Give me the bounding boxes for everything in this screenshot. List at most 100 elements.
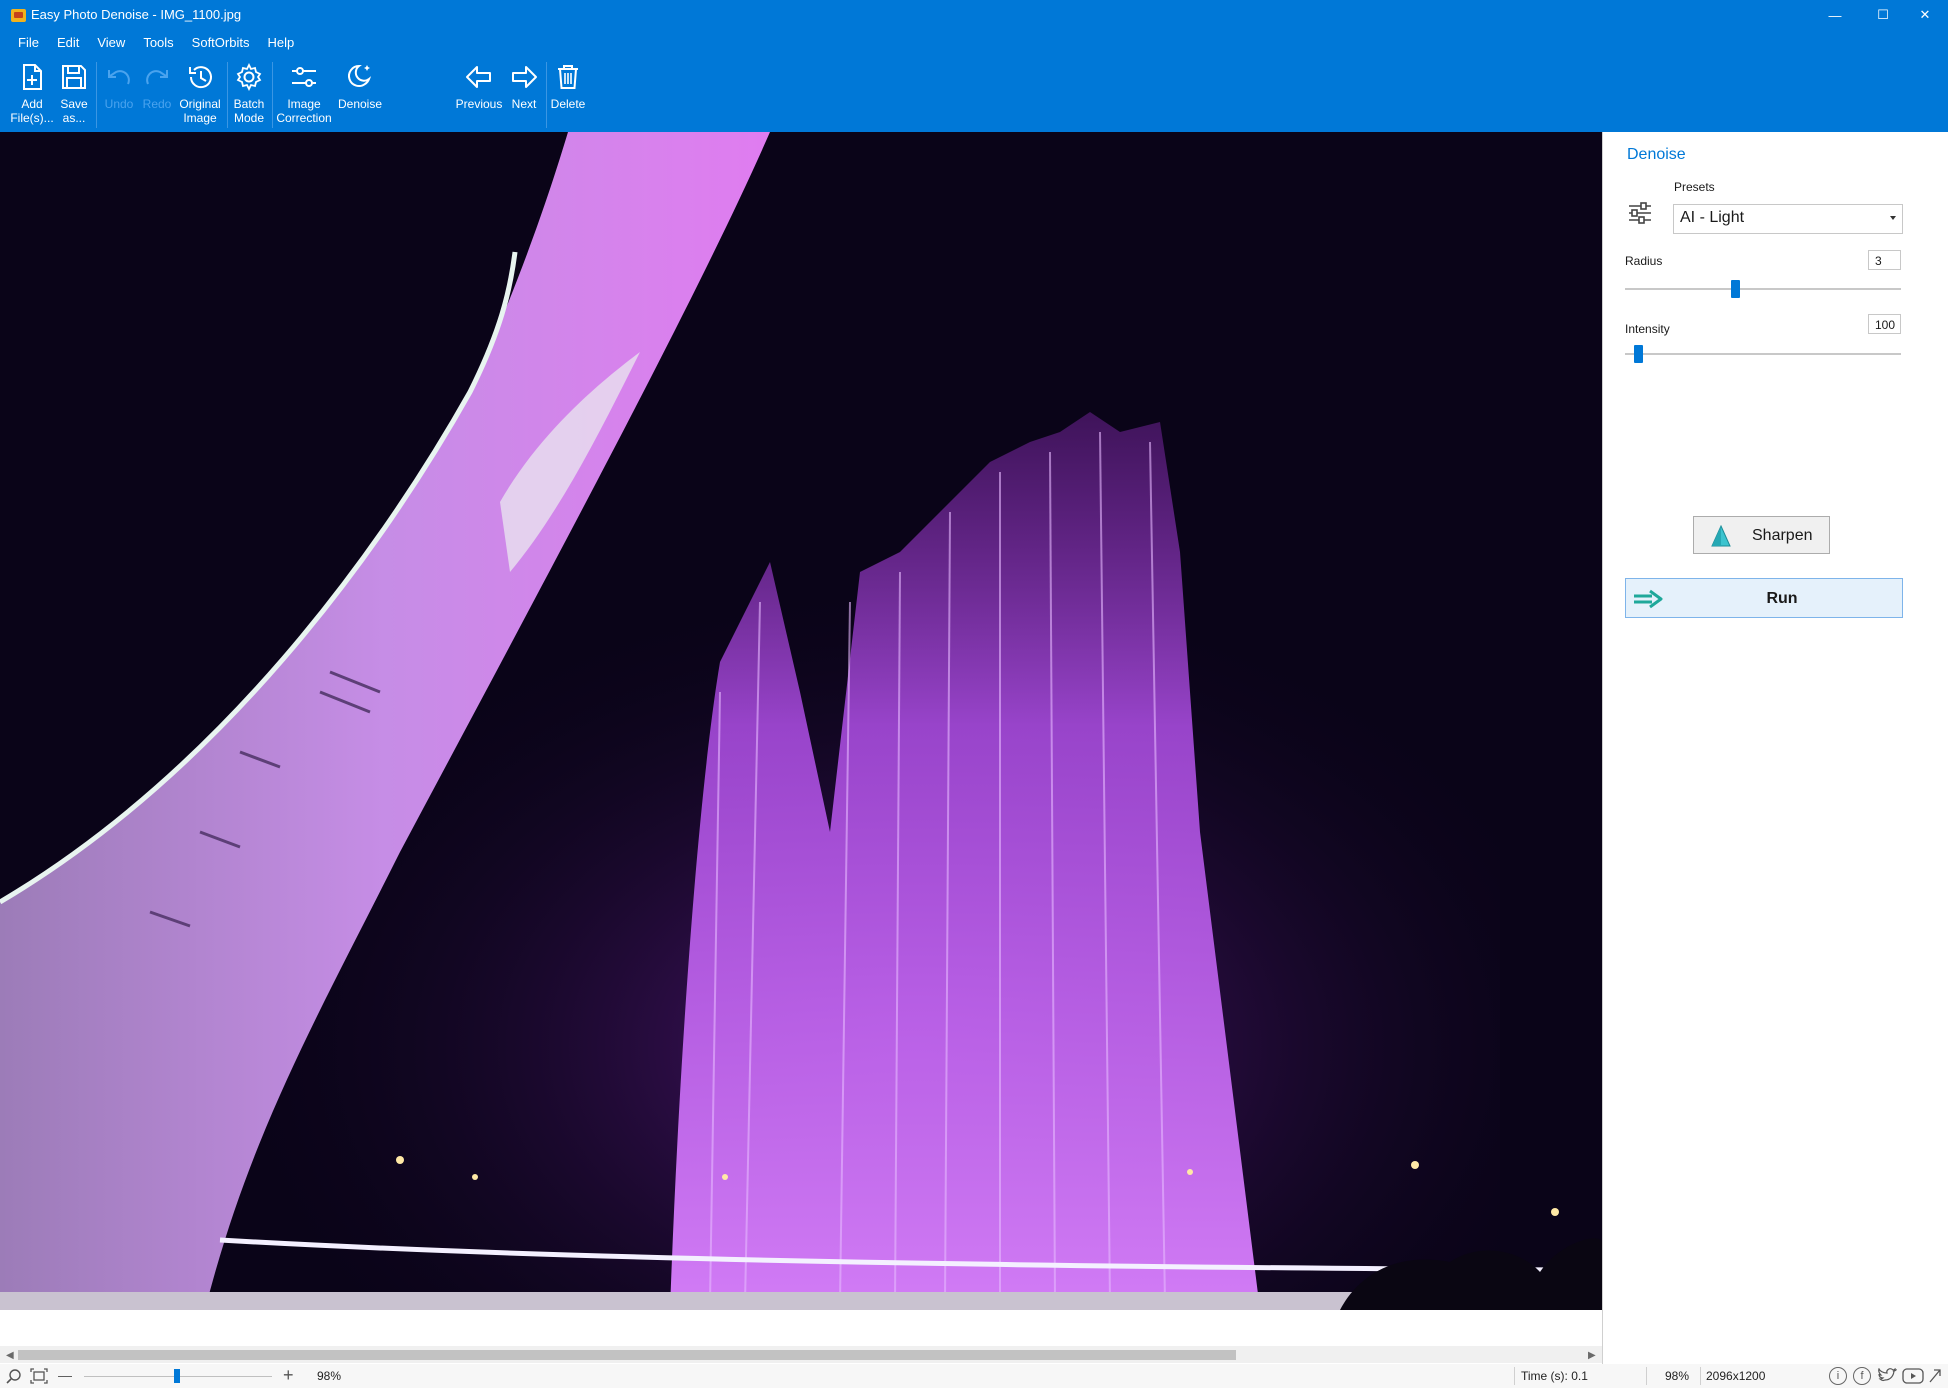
menu-edit[interactable]: Edit <box>48 32 88 54</box>
dropdown-arrow-icon <box>1890 216 1896 220</box>
close-button[interactable]: ✕ <box>1902 0 1948 30</box>
zoom-slider-thumb[interactable] <box>174 1369 180 1383</box>
toolbar-divider <box>272 62 273 128</box>
save-as-label-2: as... <box>62 111 86 125</box>
moon-icon <box>348 64 372 87</box>
toolbar-divider <box>96 62 97 128</box>
scroll-right-icon[interactable]: ▶ <box>1588 1350 1596 1361</box>
delete-label: Delete <box>550 97 586 111</box>
gear-icon <box>236 62 262 92</box>
app-icon <box>11 9 26 22</box>
info-icon[interactable]: i <box>1829 1367 1847 1385</box>
delete-button[interactable]: Delete <box>550 58 586 130</box>
intensity-input[interactable]: 100 <box>1868 314 1901 334</box>
original-image-label-2: Image <box>183 111 217 125</box>
redo-icon <box>146 70 168 85</box>
batch-mode-button[interactable]: Batch Mode <box>230 58 268 130</box>
window-title: Easy Photo Denoise - IMG_1100.jpg <box>31 7 242 22</box>
redo-button[interactable]: Redo <box>140 58 174 130</box>
arrow-right-icon <box>512 66 537 88</box>
menu-tools[interactable]: Tools <box>134 32 182 54</box>
status-divider <box>1514 1367 1515 1385</box>
undo-icon <box>108 70 130 85</box>
batch-mode-label-1: Batch <box>233 97 265 111</box>
radius-label: Radius <box>1625 254 1663 268</box>
undo-label: Undo <box>104 97 134 111</box>
ribbon: File Edit View Tools SoftOrbits Help Add… <box>0 32 1948 132</box>
previous-button[interactable]: Previous <box>456 58 502 130</box>
sharpen-button[interactable]: Sharpen <box>1693 516 1830 554</box>
save-as-button[interactable]: Save as... <box>56 58 92 130</box>
twitter-icon[interactable] <box>1877 1368 1897 1384</box>
image-correction-button[interactable]: Image Correction <box>274 58 334 130</box>
radius-input[interactable]: 3 <box>1868 250 1901 270</box>
presets-label: Presets <box>1674 180 1715 194</box>
time-label: Time (s): 0.1 <box>1521 1369 1588 1383</box>
image-dimensions: 2096x1200 <box>1706 1369 1766 1383</box>
image-correction-label-2: Correction <box>276 111 332 125</box>
radius-slider-track[interactable] <box>1625 288 1901 290</box>
maximize-button[interactable]: ☐ <box>1860 0 1906 30</box>
run-button[interactable]: Run <box>1625 578 1903 618</box>
sharpen-icon <box>1711 525 1731 547</box>
sliders-icon <box>292 67 316 87</box>
facebook-icon[interactable]: f <box>1853 1367 1871 1385</box>
menu-softorbits[interactable]: SoftOrbits <box>183 32 259 54</box>
scroll-left-icon[interactable]: ◀ <box>6 1350 14 1361</box>
trash-icon <box>558 65 578 89</box>
zoom-icon[interactable] <box>6 1368 22 1384</box>
undo-button[interactable]: Undo <box>102 58 136 130</box>
intensity-label: Intensity <box>1625 322 1670 336</box>
original-image-button[interactable]: Original Image <box>176 58 224 130</box>
add-files-label-2: File(s)... <box>10 111 54 125</box>
zoom-value: 98% <box>317 1369 342 1383</box>
menu-bar: File Edit View Tools SoftOrbits Help <box>9 32 303 54</box>
menu-view[interactable]: View <box>88 32 134 54</box>
run-label: Run <box>1766 590 1798 607</box>
toolbar: Add File(s)... Save as... Undo Redo Orig… <box>0 58 1948 132</box>
history-icon <box>189 66 212 89</box>
zoom-in-button[interactable]: + <box>283 1365 294 1386</box>
original-image-label-1: Original <box>179 97 221 111</box>
denoise-panel: Denoise Presets AI - Light Radius 3 Inte… <box>1602 132 1948 1376</box>
minimize-button[interactable]: — <box>1812 0 1858 30</box>
arrow-left-icon <box>466 66 491 88</box>
presets-value: AI - Light <box>1680 209 1745 226</box>
sharpen-label: Sharpen <box>1752 527 1813 544</box>
presets-dropdown[interactable]: AI - Light <box>1673 204 1903 234</box>
menu-help[interactable]: Help <box>258 32 303 54</box>
status-divider <box>1700 1367 1701 1385</box>
horizontal-scrollbar[interactable]: ◀ ▶ <box>0 1346 1602 1363</box>
denoise-button[interactable]: Denoise <box>336 58 384 130</box>
toolbar-divider <box>546 62 547 128</box>
scrollbar-thumb[interactable] <box>18 1350 1236 1360</box>
status-bar: — + 98% Time (s): 0.1 98% 2096x1200 i f <box>0 1364 1948 1388</box>
toolbar-divider <box>227 62 228 128</box>
intensity-slider-thumb[interactable] <box>1634 345 1643 363</box>
presets-icon <box>1629 202 1651 224</box>
add-file-icon <box>23 64 42 90</box>
share-icon[interactable] <box>1928 1368 1942 1384</box>
status-divider <box>1646 1367 1647 1385</box>
zoom-out-button[interactable]: — <box>58 1367 72 1383</box>
save-as-label-1: Save <box>60 97 88 111</box>
denoise-label: Denoise <box>337 97 383 111</box>
fountain-photo <box>0 132 1602 1310</box>
youtube-icon[interactable] <box>1902 1368 1924 1384</box>
previous-label: Previous <box>455 97 503 111</box>
panel-title: Denoise <box>1627 146 1686 163</box>
zoom-percent: 98% <box>1665 1369 1690 1383</box>
intensity-slider-track[interactable] <box>1625 353 1901 355</box>
image-canvas[interactable] <box>0 132 1602 1310</box>
image-correction-label-1: Image <box>287 97 321 111</box>
add-files-label-1: Add <box>21 97 43 111</box>
next-button[interactable]: Next <box>508 58 540 130</box>
batch-mode-label-2: Mode <box>233 111 265 125</box>
redo-label: Redo <box>142 97 172 111</box>
title-bar: Easy Photo Denoise - IMG_1100.jpg — ☐ ✕ <box>0 0 1948 32</box>
fit-to-screen-icon[interactable] <box>30 1368 48 1384</box>
menu-file[interactable]: File <box>9 32 48 54</box>
add-files-button[interactable]: Add File(s)... <box>10 58 54 130</box>
radius-slider-thumb[interactable] <box>1731 280 1740 298</box>
next-label: Next <box>511 97 537 111</box>
